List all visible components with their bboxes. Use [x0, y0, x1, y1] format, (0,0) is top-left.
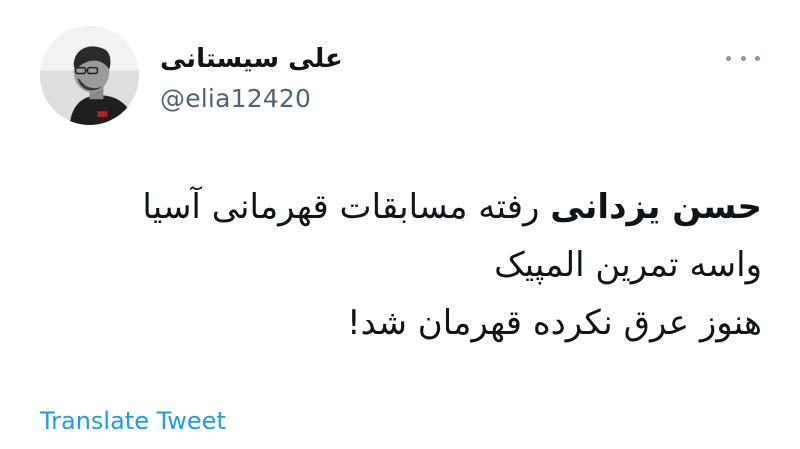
more-horizontal-icon — [726, 55, 731, 61]
more-horizontal-icon-dot — [755, 55, 760, 61]
author-display-name[interactable]: علی سیستانی — [160, 42, 343, 76]
more-horizontal-icon-dot — [740, 55, 746, 61]
more-options-button[interactable] — [726, 51, 760, 65]
tweet-card: علی سیستانی @elia12420 حسن یزدانی رفته م… — [0, 0, 800, 449]
mentioned-name: حسن یزدانی — [550, 187, 762, 227]
tweet-text: حسن یزدانی رفته مسابقات قهرمانی آسیا واس… — [42, 178, 762, 352]
avatar[interactable] — [40, 26, 139, 125]
tweet-text-line-1: حسن یزدانی رفته مسابقات قهرمانی آسیا — [42, 178, 762, 236]
tweet-text-line-2: واسه تمرین المپیک — [494, 245, 762, 285]
avatar-photo-icon — [40, 26, 139, 125]
translate-tweet-link[interactable]: Translate Tweet — [40, 405, 226, 437]
author-handle[interactable]: @elia12420 — [160, 83, 311, 115]
tweet-text-line-3: هنوز عرق نکرده قهرمان شد! — [347, 303, 762, 343]
tweet-text-line-1-rest: رفته مسابقات قهرمانی آسیا — [142, 187, 551, 227]
